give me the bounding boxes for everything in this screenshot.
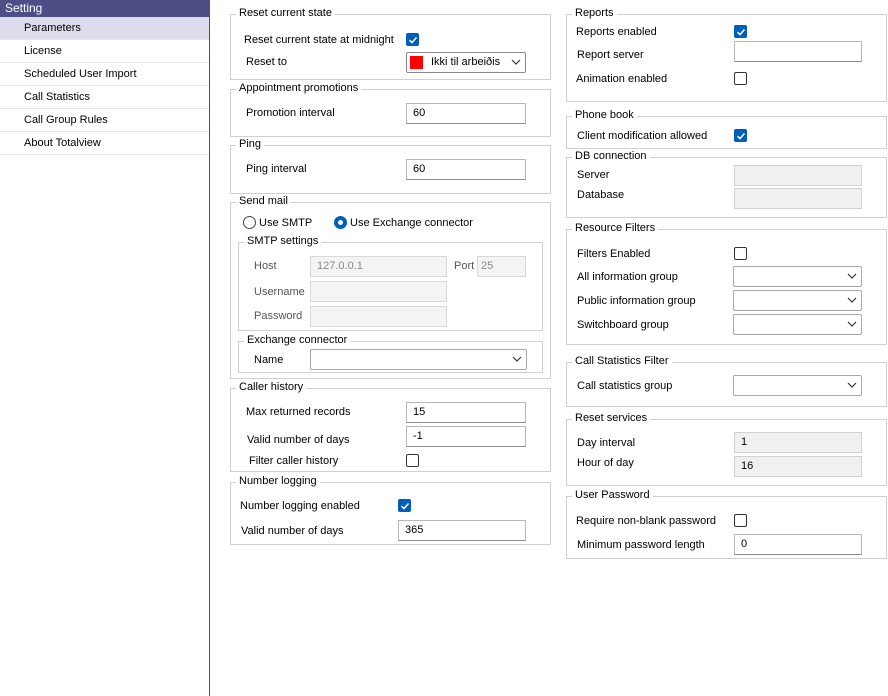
sidebar-item-license[interactable]: License <box>0 40 209 63</box>
smtp-password-label: Password <box>254 310 303 322</box>
sidebar-item-scheduled-user-import[interactable]: Scheduled User Import <box>0 63 209 86</box>
min-password-length-input[interactable]: 0 <box>734 534 862 555</box>
call-stats-group-label: Call statistics group <box>577 380 673 392</box>
chevron-down-icon <box>847 273 857 279</box>
group-title: Appointment promotions <box>236 82 362 94</box>
filter-caller-history-checkbox[interactable] <box>406 454 419 467</box>
group-title: Caller history <box>236 381 307 393</box>
caller-valid-days-label: Valid number of days <box>247 434 350 446</box>
reports-enabled-checkbox[interactable] <box>734 25 747 38</box>
all-info-group-label: All information group <box>577 271 678 283</box>
switchboard-group-label: Switchboard group <box>577 319 669 331</box>
filters-enabled-label: Filters Enabled <box>577 248 651 260</box>
reset-to-label: Reset to <box>246 56 287 68</box>
smtp-host-input[interactable]: 127.0.0.1 <box>310 256 447 277</box>
public-info-group-label: Public information group <box>577 295 696 307</box>
logging-valid-days-input[interactable]: 365 <box>398 520 526 541</box>
db-database-label: Database <box>577 189 625 201</box>
hour-of-day-input[interactable]: 16 <box>734 456 862 477</box>
ping-interval-label: Ping interval <box>246 163 307 175</box>
chevron-down-icon <box>847 382 857 388</box>
sidebar: Setting Parameters License Scheduled Use… <box>0 0 210 696</box>
promotion-interval-label: Promotion interval <box>246 107 335 119</box>
animation-enabled-label: Animation enabled <box>576 73 668 85</box>
use-exchange-label: Use Exchange connector <box>350 217 473 229</box>
group-title: Number logging <box>236 475 320 487</box>
reset-midnight-label: Reset current state at midnight <box>244 34 394 46</box>
group-title: DB connection <box>572 150 650 162</box>
day-interval-input[interactable]: 1 <box>734 432 862 453</box>
smtp-host-label: Host <box>254 260 277 272</box>
promotion-interval-input[interactable]: 60 <box>406 103 526 124</box>
max-records-input[interactable]: 15 <box>406 402 526 423</box>
group-title: User Password <box>572 489 653 501</box>
db-server-label: Server <box>577 169 610 181</box>
max-records-label: Max returned records <box>246 406 351 418</box>
switchboard-group-dropdown[interactable] <box>733 314 862 335</box>
db-database-input[interactable] <box>734 188 862 209</box>
group-title: Reports <box>572 7 617 19</box>
all-info-group-dropdown[interactable] <box>733 266 862 287</box>
use-exchange-radio[interactable] <box>334 216 347 229</box>
sidebar-title: Setting <box>0 0 209 17</box>
exchange-name-label: Name <box>254 354 284 366</box>
parameters-panel: Reset current state Reset current state … <box>210 0 888 696</box>
group-title: Exchange connector <box>244 334 351 346</box>
smtp-port-input[interactable]: 25 <box>477 256 526 277</box>
filters-enabled-checkbox[interactable] <box>734 247 747 260</box>
db-server-input[interactable] <box>734 165 862 186</box>
sidebar-item-call-group-rules[interactable]: Call Group Rules <box>0 109 209 132</box>
chevron-down-icon <box>847 297 857 303</box>
group-title: SMTP settings <box>244 235 322 247</box>
group-title: Call Statistics Filter <box>572 355 672 367</box>
require-password-label: Require non-blank password <box>576 515 717 527</box>
number-logging-enabled-label: Number logging enabled <box>240 500 360 512</box>
chevron-down-icon <box>512 356 522 362</box>
smtp-password-input[interactable] <box>310 306 447 327</box>
min-password-length-label: Minimum password length <box>577 539 705 551</box>
smtp-port-label: Port <box>454 260 475 272</box>
group-title: Reset services <box>572 412 651 424</box>
smtp-username-input[interactable] <box>310 281 447 302</box>
call-stats-group-dropdown[interactable] <box>733 375 862 396</box>
client-modification-label: Client modification allowed <box>577 130 708 142</box>
animation-enabled-checkbox[interactable] <box>734 72 747 85</box>
hour-of-day-label: Hour of day <box>577 457 634 469</box>
group-title: Ping <box>236 138 265 150</box>
use-smtp-label: Use SMTP <box>259 217 313 229</box>
ping-interval-input[interactable]: 60 <box>406 159 526 180</box>
reset-to-dropdown[interactable]: Ikki til arbeiðis <box>406 52 526 73</box>
use-smtp-radio[interactable] <box>243 216 256 229</box>
filter-caller-history-label: Filter caller history <box>249 455 339 467</box>
public-info-group-dropdown[interactable] <box>733 290 862 311</box>
group-title: Resource Filters <box>572 222 659 234</box>
day-interval-label: Day interval <box>577 437 636 449</box>
caller-valid-days-input[interactable]: -1 <box>406 426 526 447</box>
client-modification-checkbox[interactable] <box>734 129 747 142</box>
group-title: Send mail <box>236 195 291 207</box>
smtp-username-label: Username <box>254 286 305 298</box>
chevron-down-icon <box>847 321 857 327</box>
status-color-swatch <box>410 56 423 69</box>
report-server-input[interactable] <box>734 41 862 62</box>
reset-midnight-checkbox[interactable] <box>406 33 419 46</box>
group-title: Reset current state <box>236 7 335 19</box>
logging-valid-days-label: Valid number of days <box>241 525 344 537</box>
reset-to-value: Ikki til arbeiðis <box>431 56 501 68</box>
exchange-name-dropdown[interactable] <box>310 349 527 370</box>
number-logging-enabled-checkbox[interactable] <box>398 499 411 512</box>
chevron-down-icon <box>511 59 521 65</box>
sidebar-item-about[interactable]: About Totalview <box>0 132 209 155</box>
sidebar-item-call-statistics[interactable]: Call Statistics <box>0 86 209 109</box>
group-title: Phone book <box>572 109 637 121</box>
sidebar-item-parameters[interactable]: Parameters <box>0 17 209 40</box>
report-server-label: Report server <box>577 49 644 61</box>
reports-enabled-label: Reports enabled <box>576 26 657 38</box>
require-password-checkbox[interactable] <box>734 514 747 527</box>
